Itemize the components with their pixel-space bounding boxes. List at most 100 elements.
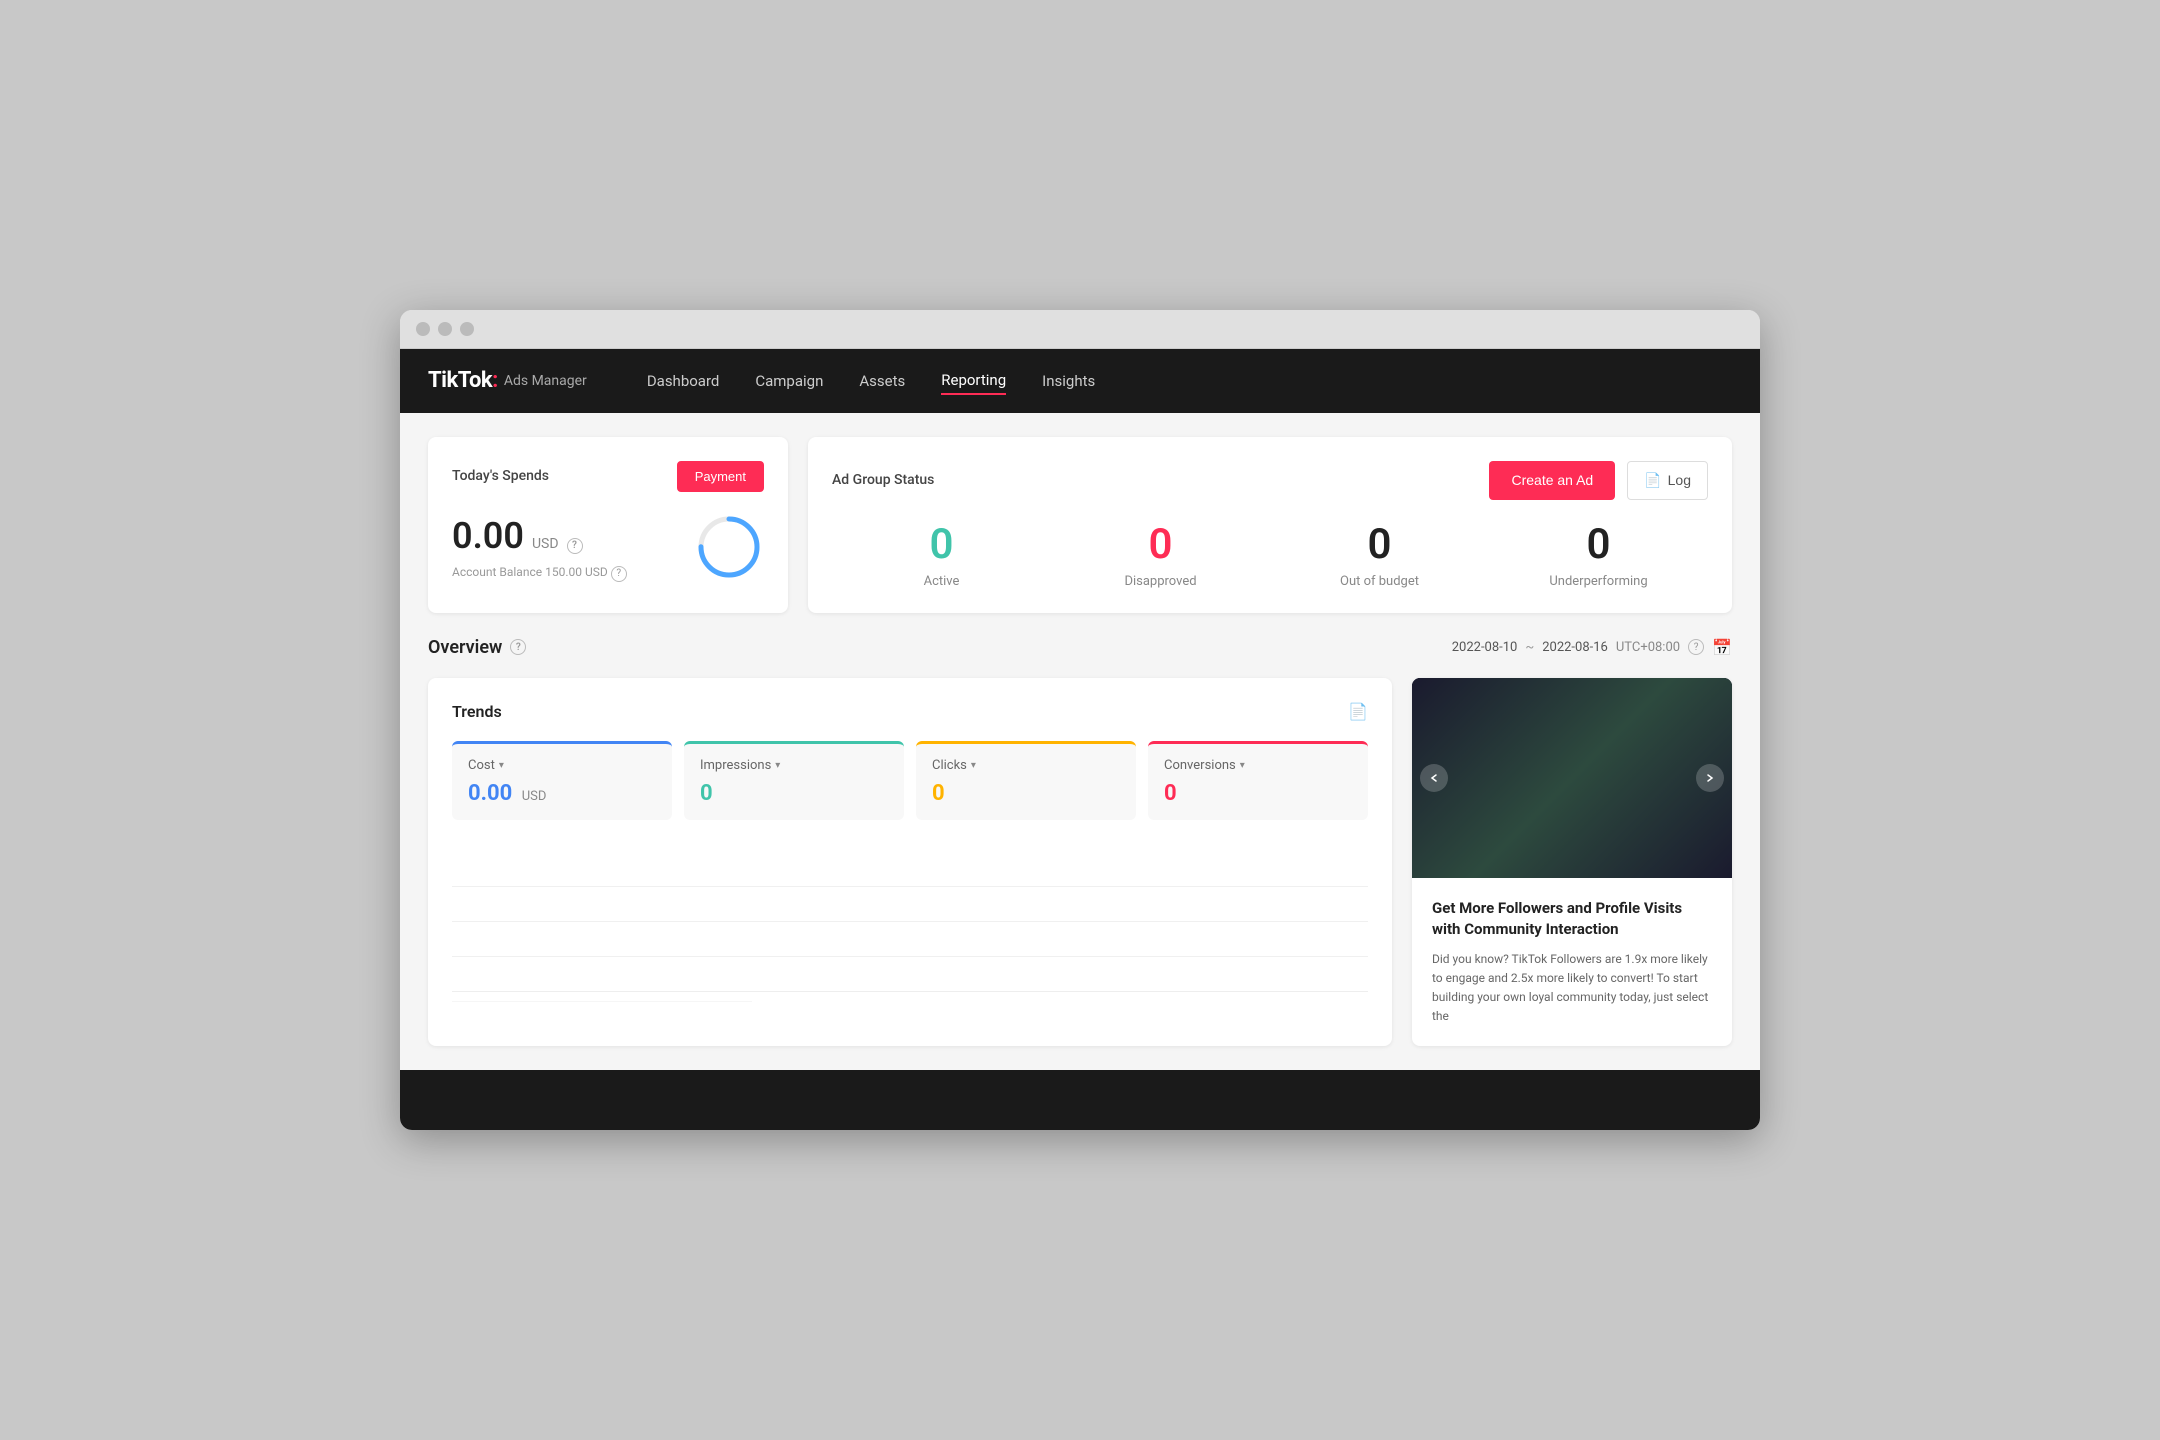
metric-clicks: Clicks ▾ 0 xyxy=(916,741,1136,820)
promo-nav-right[interactable] xyxy=(1696,764,1724,792)
stat-underperforming-label: Underperforming xyxy=(1489,574,1708,589)
metric-conversions-label-text: Conversions xyxy=(1164,758,1236,773)
nav-item-assets[interactable]: Assets xyxy=(859,368,905,394)
overview-title-text: Overview xyxy=(428,637,502,658)
promo-image xyxy=(1412,678,1732,878)
overview-help-icon[interactable]: ? xyxy=(510,639,526,655)
spends-balance: Account Balance 150.00 USD ? xyxy=(452,565,627,582)
logo-subtitle: Ads Manager xyxy=(504,373,587,389)
stat-disapproved: 0 Disapproved xyxy=(1051,524,1270,589)
stat-underperforming-number: 0 xyxy=(1489,524,1708,566)
metric-cost-label-text: Cost xyxy=(468,758,495,773)
browser-dot-yellow xyxy=(438,322,452,336)
stat-outofbudget-number: 0 xyxy=(1270,524,1489,566)
browser-dot-red xyxy=(416,322,430,336)
logo-area: TikTok: Ads Manager xyxy=(428,368,587,393)
balance-amount: 150.00 xyxy=(545,565,582,579)
metric-clicks-value: 0 xyxy=(932,781,1120,806)
left-arrow-icon xyxy=(1429,773,1439,783)
spends-currency: USD xyxy=(532,536,559,552)
clicks-dropdown-arrow[interactable]: ▾ xyxy=(971,760,976,771)
right-panel: Get More Followers and Profile Visits wi… xyxy=(1412,678,1732,1047)
metric-impressions-label: Impressions ▾ xyxy=(700,758,888,773)
adgroup-header: Ad Group Status Create an Ad 📄 Log xyxy=(832,461,1708,500)
spends-help-icon[interactable]: ? xyxy=(567,538,583,554)
spends-left: 0.00 USD ? Account Balance 150.00 USD ? xyxy=(452,515,627,582)
spends-title: Today's Spends xyxy=(452,468,549,484)
cost-unit: USD xyxy=(522,789,547,804)
stat-active-number: 0 xyxy=(832,524,1051,566)
nav-item-insights[interactable]: Insights xyxy=(1042,368,1095,394)
metric-clicks-label: Clicks ▾ xyxy=(932,758,1120,773)
clicks-number: 0 xyxy=(932,781,945,806)
trends-header: Trends 📄 xyxy=(452,702,1368,721)
chart-svg xyxy=(452,852,752,1002)
adgroup-actions: Create an Ad 📄 Log xyxy=(1489,461,1708,500)
circle-progress xyxy=(694,512,764,582)
date-range: 2022-08-10 ~ 2022-08-16 UTC+08:00 ? 📅 xyxy=(1452,638,1732,657)
metric-conversions-label: Conversions ▾ xyxy=(1164,758,1352,773)
metric-impressions-label-text: Impressions xyxy=(700,758,771,773)
calendar-icon[interactable]: 📅 xyxy=(1712,638,1732,657)
adgroup-stats: 0 Active 0 Disapproved 0 Out of budget xyxy=(832,524,1708,589)
log-icon: 📄 xyxy=(1644,472,1661,489)
conversions-number: 0 xyxy=(1164,781,1177,806)
nav-bar: TikTok: Ads Manager Dashboard Campaign A… xyxy=(400,349,1760,413)
nav-item-dashboard[interactable]: Dashboard xyxy=(647,368,720,394)
top-cards: Today's Spends Payment 0.00 USD ? Accoun… xyxy=(428,437,1732,613)
trends-title: Trends xyxy=(452,702,502,721)
impressions-dropdown-arrow[interactable]: ▾ xyxy=(775,760,780,771)
date-separator: ~ xyxy=(1525,640,1534,655)
cost-number: 0.00 xyxy=(468,781,512,806)
metric-conversions-value: 0 xyxy=(1164,781,1352,806)
metric-cost: Cost ▾ 0.00 USD xyxy=(452,741,672,820)
metric-impressions: Impressions ▾ 0 xyxy=(684,741,904,820)
trends-card: Trends 📄 Cost ▾ 0.00 USD xyxy=(428,678,1392,1047)
date-end[interactable]: 2022-08-16 xyxy=(1542,640,1608,655)
circle-progress-container xyxy=(694,512,764,586)
nav-items: Dashboard Campaign Assets Reporting Insi… xyxy=(647,367,1095,395)
balance-help-icon[interactable]: ? xyxy=(611,566,627,582)
impressions-number: 0 xyxy=(700,781,713,806)
cost-dropdown-arrow[interactable]: ▾ xyxy=(499,760,504,771)
promo-content: Get More Followers and Profile Visits wi… xyxy=(1412,878,1732,1047)
timezone-help-icon[interactable]: ? xyxy=(1688,639,1704,655)
logo-tiktok: TikTok: xyxy=(428,368,498,393)
bottom-bar xyxy=(400,1070,1760,1130)
stat-active: 0 Active xyxy=(832,524,1051,589)
balance-label: Account Balance xyxy=(452,565,542,579)
spends-amount: 0.00 USD ? xyxy=(452,515,627,557)
overview-title: Overview ? xyxy=(428,637,526,658)
nav-item-campaign[interactable]: Campaign xyxy=(755,368,823,394)
metric-impressions-value: 0 xyxy=(700,781,888,806)
promo-image-bg xyxy=(1412,678,1732,878)
spends-number: 0.00 xyxy=(452,515,524,557)
export-icon[interactable]: 📄 xyxy=(1348,702,1368,721)
adgroup-title: Ad Group Status xyxy=(832,472,934,488)
payment-button[interactable]: Payment xyxy=(677,461,764,492)
metrics-grid: Cost ▾ 0.00 USD Impressions ▾ xyxy=(452,741,1368,820)
conversions-dropdown-arrow[interactable]: ▾ xyxy=(1240,760,1245,771)
nav-item-reporting[interactable]: Reporting xyxy=(941,367,1006,395)
overview-content: Trends 📄 Cost ▾ 0.00 USD xyxy=(428,678,1732,1047)
promo-nav-left[interactable] xyxy=(1420,764,1448,792)
browser-titlebar xyxy=(400,310,1760,349)
log-button[interactable]: 📄 Log xyxy=(1627,461,1708,500)
adgroup-card: Ad Group Status Create an Ad 📄 Log 0 xyxy=(808,437,1732,613)
create-ad-button[interactable]: Create an Ad xyxy=(1489,461,1615,500)
browser-window: TikTok: Ads Manager Dashboard Campaign A… xyxy=(400,310,1760,1131)
balance-currency: USD xyxy=(585,565,608,579)
metric-cost-value: 0.00 USD xyxy=(468,781,656,806)
stat-disapproved-label: Disapproved xyxy=(1051,574,1270,589)
promo-title: Get More Followers and Profile Visits wi… xyxy=(1432,898,1712,940)
log-label: Log xyxy=(1668,472,1691,488)
metric-conversions: Conversions ▾ 0 xyxy=(1148,741,1368,820)
right-arrow-icon xyxy=(1705,773,1715,783)
stat-underperforming: 0 Underperforming xyxy=(1489,524,1708,589)
spends-card-header: Today's Spends Payment xyxy=(452,461,764,492)
date-start[interactable]: 2022-08-10 xyxy=(1452,640,1518,655)
browser-content: TikTok: Ads Manager Dashboard Campaign A… xyxy=(400,349,1760,1131)
stat-active-label: Active xyxy=(832,574,1051,589)
overview-header: Overview ? 2022-08-10 ~ 2022-08-16 UTC+0… xyxy=(428,637,1732,658)
stat-disapproved-number: 0 xyxy=(1051,524,1270,566)
